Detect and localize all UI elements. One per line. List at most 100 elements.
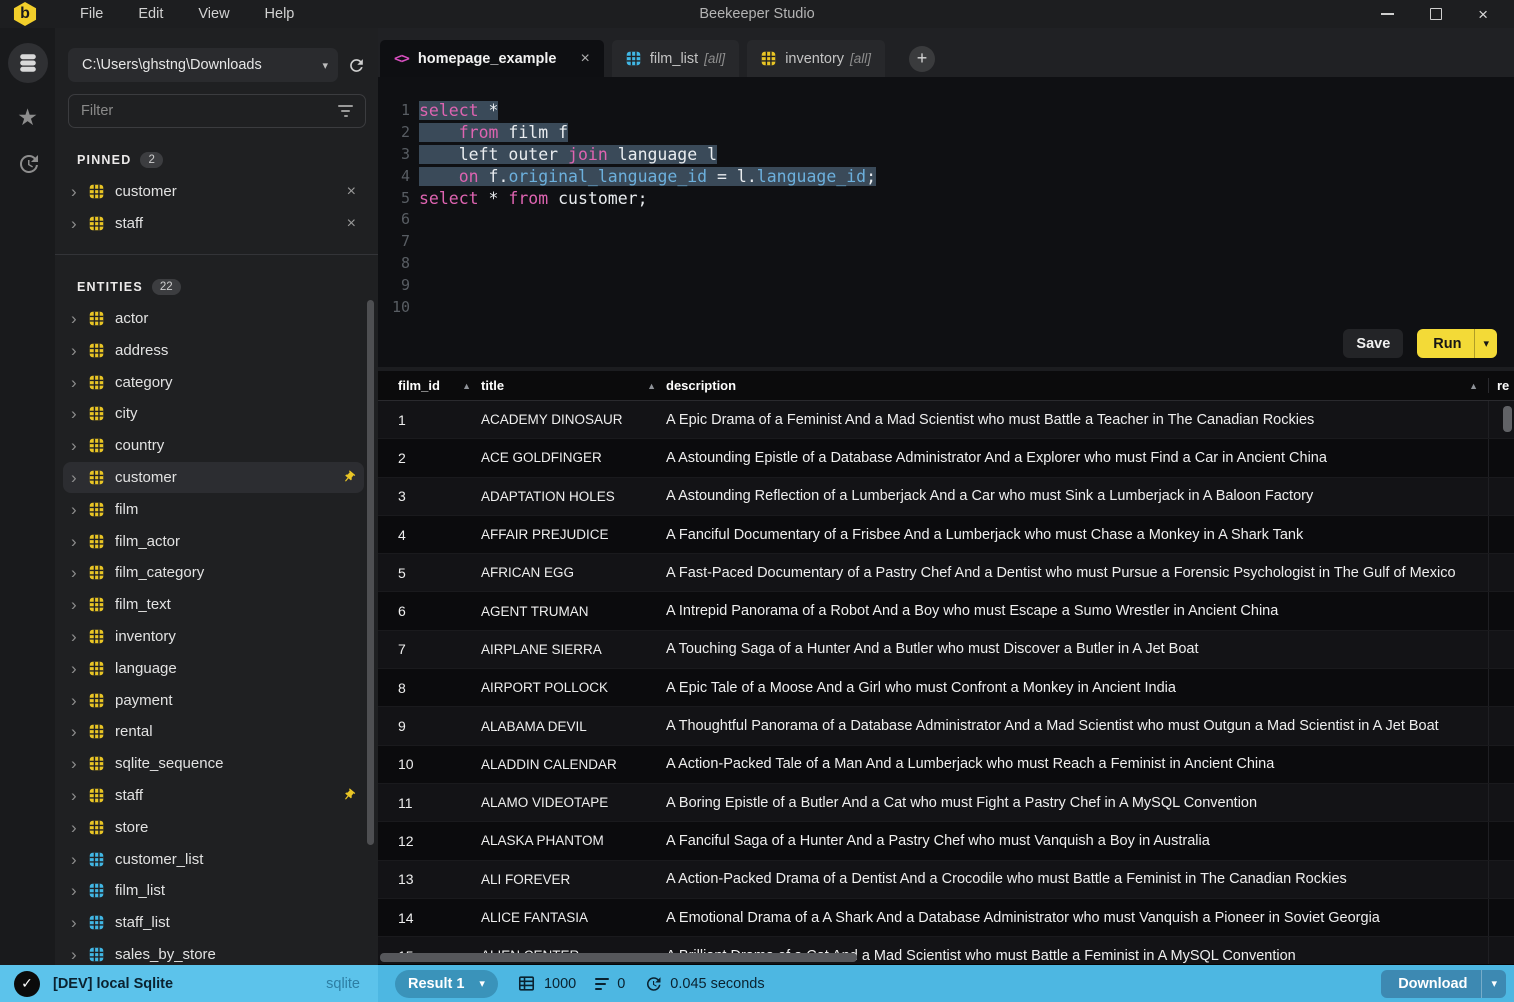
sidebar-item-language[interactable]: › language [63, 652, 364, 684]
connection-select[interactable]: C:\Users\ghstng\Downloads ▾ [68, 48, 338, 82]
column-header-title[interactable]: title ▲ [481, 378, 666, 393]
sidebar-item-staff_list[interactable]: › staff_list [63, 907, 364, 939]
sort-asc-icon[interactable]: ▲ [1469, 381, 1478, 391]
filter-input[interactable] [81, 103, 338, 119]
sidebar-item-film[interactable]: › film [63, 493, 364, 525]
run-button[interactable]: Run ▾ [1417, 329, 1497, 358]
table-row-8[interactable]: 8 AIRPORT POLLOCK A Epic Tale of a Moose… [378, 669, 1514, 708]
sidebar-item-film_category[interactable]: › film_category [63, 557, 364, 589]
unpin-close-icon[interactable]: × [347, 183, 356, 201]
chevron-expand-icon[interactable]: › [71, 882, 89, 899]
chevron-expand-icon[interactable]: › [71, 437, 89, 454]
table-row-13[interactable]: 13 ALI FOREVER A Action-Packed Drama of … [378, 860, 1514, 899]
chevron-expand-icon[interactable]: › [71, 374, 89, 391]
sql-code[interactable]: select * from film f left outer join lan… [419, 100, 877, 209]
menu-help[interactable]: Help [265, 6, 295, 22]
table-row-1[interactable]: 1 ACADEMY DINOSAUR A Epic Drama of a Fem… [378, 401, 1514, 440]
sort-asc-icon[interactable]: ▲ [462, 381, 471, 391]
favorites-star-icon[interactable]: ★ [17, 106, 38, 129]
chevron-expand-icon[interactable]: › [71, 723, 89, 740]
table-row-5[interactable]: 5 AFRICAN EGG A Fast-Paced Documentary o… [378, 554, 1514, 593]
refresh-icon[interactable] [347, 56, 366, 75]
sidebar-item-customer_list[interactable]: › customer_list [63, 843, 364, 875]
menu-view[interactable]: View [198, 6, 229, 22]
history-icon[interactable] [16, 152, 40, 180]
pinned-item-customer[interactable]: › customer × [63, 176, 364, 208]
chevron-expand-icon[interactable]: › [71, 183, 89, 200]
download-dropdown-caret-icon[interactable]: ▾ [1481, 969, 1506, 998]
table-row-9[interactable]: 9 ALABAMA DEVIL A Thoughtful Panorama of… [378, 707, 1514, 746]
results-horizontal-scrollbar[interactable] [380, 953, 857, 962]
table-row-6[interactable]: 6 AGENT TRUMAN A Intrepid Panorama of a … [378, 592, 1514, 631]
download-button[interactable]: Download ▾ [1381, 969, 1506, 998]
sidebar-item-sqlite_sequence[interactable]: › sqlite_sequence [63, 748, 364, 780]
sidebar-item-customer[interactable]: › customer [63, 461, 364, 494]
unpin-close-icon[interactable]: × [347, 215, 356, 233]
table-row-11[interactable]: 11 ALAMO VIDEOTAPE A Boring Epistle of a… [378, 783, 1514, 823]
pin-icon[interactable] [341, 470, 356, 485]
sidebar-item-film_text[interactable]: › film_text [63, 589, 364, 621]
chevron-expand-icon[interactable]: › [71, 215, 89, 232]
run-dropdown-caret-icon[interactable]: ▾ [1474, 329, 1497, 358]
menu-edit[interactable]: Edit [138, 6, 163, 22]
chevron-expand-icon[interactable]: › [71, 914, 89, 931]
menu-file[interactable]: File [80, 6, 103, 22]
sidebar-item-country[interactable]: › country [63, 430, 364, 462]
chevron-expand-icon[interactable]: › [71, 405, 89, 422]
pinned-item-staff[interactable]: › staff × [63, 208, 364, 240]
table-row-10[interactable]: 10 ALADDIN CALENDAR A Action-Packed Tale… [378, 745, 1514, 784]
column-header-film_id[interactable]: film_id ▲ [398, 378, 481, 393]
sidebar-scrollbar[interactable] [367, 300, 374, 845]
sort-asc-icon[interactable]: ▲ [647, 381, 656, 391]
table-row-7[interactable]: 7 AIRPLANE SIERRA A Touching Saga of a H… [378, 630, 1514, 670]
chevron-expand-icon[interactable]: › [71, 342, 89, 359]
minimize-icon[interactable] [1381, 13, 1395, 15]
tab-homepage_example[interactable]: <> homepage_example × [380, 40, 604, 77]
chevron-expand-icon[interactable]: › [71, 564, 89, 581]
table-row-12[interactable]: 12 ALASKA PHANTOM A Fanciful Saga of a H… [378, 822, 1514, 861]
tab-inventory[interactable]: inventory [all] [747, 40, 886, 77]
sidebar-item-inventory[interactable]: › inventory [63, 621, 364, 653]
sidebar-item-payment[interactable]: › payment [63, 684, 364, 716]
chevron-expand-icon[interactable]: › [71, 851, 89, 868]
new-tab-button[interactable]: + [909, 45, 936, 72]
sidebar-item-category[interactable]: › category [63, 366, 364, 398]
save-button[interactable]: Save [1343, 329, 1404, 358]
result-selector[interactable]: Result 1 ▾ [395, 969, 498, 998]
sidebar-item-actor[interactable]: › actor [63, 303, 364, 335]
chevron-expand-icon[interactable]: › [71, 692, 89, 709]
chevron-expand-icon[interactable]: › [71, 755, 89, 772]
sidebar-item-rental[interactable]: › rental [63, 716, 364, 748]
results-vertical-scrollbar[interactable] [1503, 406, 1512, 432]
table-row-4[interactable]: 4 AFFAIR PREJUDICE A Fanciful Documentar… [378, 515, 1514, 555]
chevron-expand-icon[interactable]: › [71, 787, 89, 804]
database-icon[interactable] [7, 43, 48, 83]
chevron-expand-icon[interactable]: › [71, 819, 89, 836]
chevron-expand-icon[interactable]: › [71, 310, 89, 327]
chevron-expand-icon[interactable]: › [71, 501, 89, 518]
chevron-expand-icon[interactable]: › [71, 628, 89, 645]
chevron-expand-icon[interactable]: › [71, 596, 89, 613]
close-window-icon[interactable]: × [1478, 6, 1488, 23]
sidebar-item-city[interactable]: › city [63, 398, 364, 430]
sidebar-item-store[interactable]: › store [63, 811, 364, 843]
sidebar-item-address[interactable]: › address [63, 334, 364, 366]
chevron-expand-icon[interactable]: › [71, 533, 89, 550]
table-row-14[interactable]: 14 ALICE FANTASIA A Emotional Drama of a… [378, 898, 1514, 938]
table-row-3[interactable]: 3 ADAPTATION HOLES A Astounding Reflecti… [378, 477, 1514, 516]
column-header-description[interactable]: description ▲ [666, 378, 1488, 393]
column-header-re[interactable]: re [1488, 378, 1514, 393]
pin-icon[interactable] [341, 788, 356, 803]
chevron-expand-icon[interactable]: › [71, 660, 89, 677]
table-row-2[interactable]: 2 ACE GOLDFINGER A Astounding Epistle of… [378, 439, 1514, 478]
close-tab-icon[interactable]: × [580, 50, 589, 68]
sidebar-item-film_list[interactable]: › film_list [63, 875, 364, 907]
chevron-expand-icon[interactable]: › [71, 946, 89, 963]
sidebar-item-sales_by_store[interactable]: › sales_by_store [63, 939, 364, 965]
maximize-icon[interactable] [1430, 8, 1443, 20]
tab-film_list[interactable]: film_list [all] [611, 40, 740, 77]
chevron-expand-icon[interactable]: › [71, 469, 89, 486]
sidebar-item-film_actor[interactable]: › film_actor [63, 525, 364, 557]
sidebar-item-staff[interactable]: › staff [63, 780, 364, 812]
sql-editor[interactable]: 1 2 3 4 5 6 7 8 9 10 select * from film f left ou… [378, 77, 1514, 367]
